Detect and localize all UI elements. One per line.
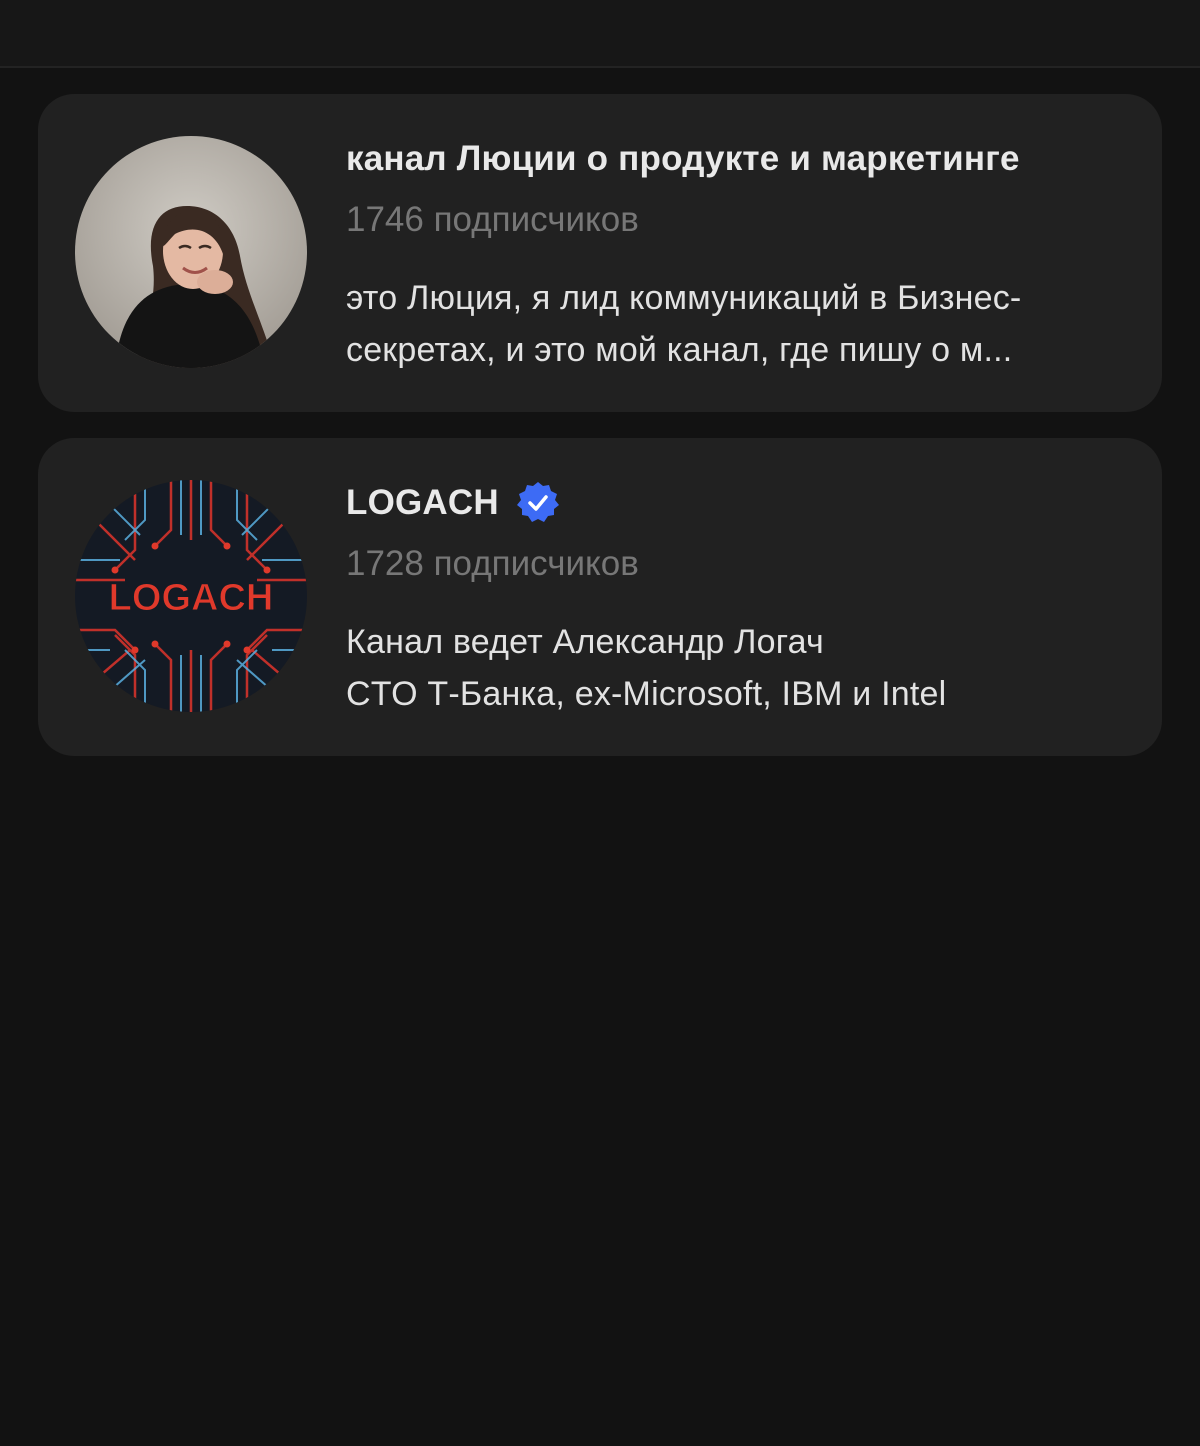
person-photo-avatar-icon	[75, 136, 307, 368]
subscriber-count: 1746 подписчиков	[346, 200, 639, 239]
channel-description: Канал ведет Александр Логач CTO Т-Банка,…	[346, 616, 1136, 720]
description-line: CTO Т-Банка, ex-Microsoft, IBM и Intel	[346, 675, 947, 713]
channel-description: это Люция, я лид коммуникаций в Бизнес- …	[346, 272, 1136, 376]
channel-avatar	[75, 136, 307, 368]
subscriber-count: 1728 подписчиков	[346, 544, 639, 583]
channel-title[interactable]: канал Люции о продукте и маркетинге	[346, 139, 1020, 179]
description-line: секретах, и это мой канал, где пишу о м.…	[346, 331, 1013, 369]
circuit-logo-avatar-icon: LOGACH	[75, 480, 307, 712]
title-row: LOGACH	[346, 478, 1136, 528]
channel-info: канал Люции о продукте и маркетинге 1746…	[346, 134, 1136, 376]
channel-card[interactable]: канал Люции о продукте и маркетинге 1746…	[38, 94, 1162, 412]
description-line: Канал ведет Александр Логач	[346, 623, 824, 661]
logo-wordmark: LOGACH	[109, 577, 274, 619]
channel-avatar: LOGACH	[75, 480, 307, 712]
title-row: канал Люции о продукте и маркетинге	[346, 134, 1136, 184]
description-line: это Люция, я лид коммуникаций в Бизнес-	[346, 279, 1022, 317]
channel-list: канал Люции о продукте и маркетинге 1746…	[38, 94, 1162, 782]
channel-info: LOGACH 1728 подписчиков Канал ведет Алек…	[346, 478, 1136, 720]
top-bar	[0, 0, 1200, 68]
channel-card[interactable]: LOGACH LOGACH 1728 подписчиков Канал вед…	[38, 438, 1162, 756]
verified-badge-icon	[515, 480, 561, 526]
channel-title[interactable]: LOGACH	[346, 483, 499, 523]
